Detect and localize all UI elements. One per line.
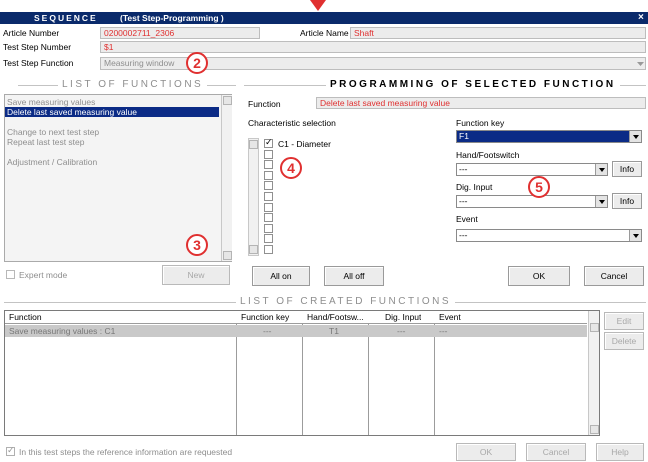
created-functions-title: LIST OF CREATED FUNCTIONS [236,296,456,307]
expert-mode-label: Expert mode [19,270,68,280]
function-key-label: Function key [456,118,505,128]
characteristic-checkbox[interactable] [264,160,273,170]
column-header-event[interactable]: Event [439,312,461,322]
chevron-down-icon[interactable] [637,62,644,67]
scroll-up-arrow[interactable] [590,323,599,332]
pointer-arrow-icon [310,0,326,11]
article-number-label: Article Number [3,28,60,38]
function-list-items: Save measuring values Delete last saved m… [5,97,219,167]
row-cell-event: --- [439,326,448,336]
scroll-up-arrow[interactable] [223,96,232,105]
info-button-hand-footswitch[interactable]: Info [612,161,642,177]
article-name-field[interactable]: Shaft [350,27,646,39]
list-item[interactable]: Repeat last test step [5,137,219,147]
annotation-badge-3: 3 [186,234,208,256]
title-bar: SEQUENCE (Test Step-Programming ) × [0,12,648,24]
row-cell-function-key: --- [263,326,272,336]
chevron-down-icon[interactable] [595,164,607,175]
annotation-badge-2: 2 [186,52,208,74]
event-label: Event [456,214,478,224]
article-number-field[interactable]: 0200002711_2306 [100,27,260,39]
footer-ok-button[interactable]: OK [456,443,516,461]
row-cell-hand-footswitch: T1 [329,326,339,336]
characteristic-checkbox[interactable] [264,223,273,233]
chevron-down-icon[interactable] [629,131,641,142]
function-field: Delete last saved measuring value [316,97,646,109]
expert-mode-checkbox[interactable] [6,270,15,279]
dig-input-label: Dig. Input [456,182,493,192]
scroll-down-arrow[interactable] [590,425,599,434]
list-item[interactable] [5,117,219,127]
scroll-down-arrow[interactable] [223,251,232,260]
chevron-down-icon[interactable] [629,230,641,241]
characteristic-checkbox[interactable] [264,170,273,180]
ok-button[interactable]: OK [508,266,570,286]
all-off-button[interactable]: All off [324,266,384,286]
test-step-number-field[interactable]: $1 [100,41,646,53]
info-button-dig-input[interactable]: Info [612,193,642,209]
list-of-functions-title: LIST OF FUNCTIONS [58,79,208,90]
test-step-number-label: Test Step Number [3,42,72,52]
created-functions-scrollbar[interactable] [588,311,599,435]
characteristic-checkbox[interactable] [264,213,273,223]
function-list-scrollbar[interactable] [221,95,232,261]
column-header-hand-footswitch[interactable]: Hand/Footsw... [307,312,367,322]
all-on-button[interactable]: All on [252,266,310,286]
chevron-down-icon[interactable] [595,196,607,207]
reference-info-checkbox[interactable] [6,445,15,457]
hand-footswitch-value: --- [459,164,468,174]
window-title: SEQUENCE [34,13,98,23]
list-item[interactable] [5,147,219,157]
window-subtitle: (Test Step-Programming ) [120,13,224,23]
event-select[interactable]: --- [456,229,642,242]
created-functions-table[interactable]: Function Function key Hand/Footsw... Dig… [4,310,600,436]
function-key-value: F1 [459,131,469,141]
annotation-badge-4: 4 [280,157,302,179]
scroll-down-arrow[interactable] [249,245,258,254]
column-header-function-key[interactable]: Function key [241,312,301,322]
characteristic-checkbox[interactable] [264,245,273,254]
characteristic-checkbox[interactable] [264,234,273,244]
function-label: Function [248,99,281,109]
characteristic-selection-label: Characteristic selection [248,118,336,128]
row-cell-function: Save measuring values : C1 [9,326,116,336]
reference-info-label: In this test steps the reference informa… [19,447,233,457]
column-header-function[interactable]: Function [9,312,42,322]
characteristic-label: C1 - Diameter [278,139,331,149]
column-header-dig-input[interactable]: Dig. Input [385,312,421,322]
close-icon[interactable]: × [638,12,644,24]
test-step-function-label: Test Step Function [3,58,74,68]
characteristic-checkbox[interactable] [264,181,273,191]
programming-title: PROGRAMMING OF SELECTED FUNCTION [326,79,620,90]
footer-cancel-button[interactable]: Cancel [526,443,586,461]
list-item[interactable]: Save measuring values [5,97,219,107]
function-key-select[interactable]: F1 [456,130,642,143]
characteristic-checkbox[interactable] [264,149,273,159]
list-item[interactable]: Adjustment / Calibration [5,157,219,167]
characteristic-checkbox[interactable] [264,192,273,201]
scroll-up-arrow[interactable] [249,140,258,149]
edit-button[interactable]: Edit [604,312,644,330]
list-item[interactable]: Change to next test step [5,127,219,137]
article-name-label: Article Name [300,28,349,38]
dig-input-value: --- [459,196,468,206]
event-value: --- [459,230,468,240]
characteristic-scrollbar[interactable] [248,138,259,256]
delete-button[interactable]: Delete [604,332,644,350]
characteristic-checkbox[interactable] [264,202,273,212]
test-step-function-select[interactable]: Measuring window [100,57,646,70]
annotation-badge-5: 5 [528,176,550,198]
cancel-button[interactable]: Cancel [584,266,644,286]
table-row[interactable]: Save measuring values : C1 --- T1 --- --… [5,325,587,337]
hand-footswitch-label: Hand/Footswitch [456,150,520,160]
footer-help-button[interactable]: Help [596,443,644,461]
hand-footswitch-select[interactable]: --- [456,163,608,176]
new-button[interactable]: New [162,265,230,285]
row-cell-dig-input: --- [397,326,406,336]
characteristic-checkbox[interactable] [264,137,273,149]
dig-input-select[interactable]: --- [456,195,608,208]
list-item[interactable]: Delete last saved measuring value [5,107,219,117]
table-header: Function Function key Hand/Footsw... Dig… [5,311,587,324]
